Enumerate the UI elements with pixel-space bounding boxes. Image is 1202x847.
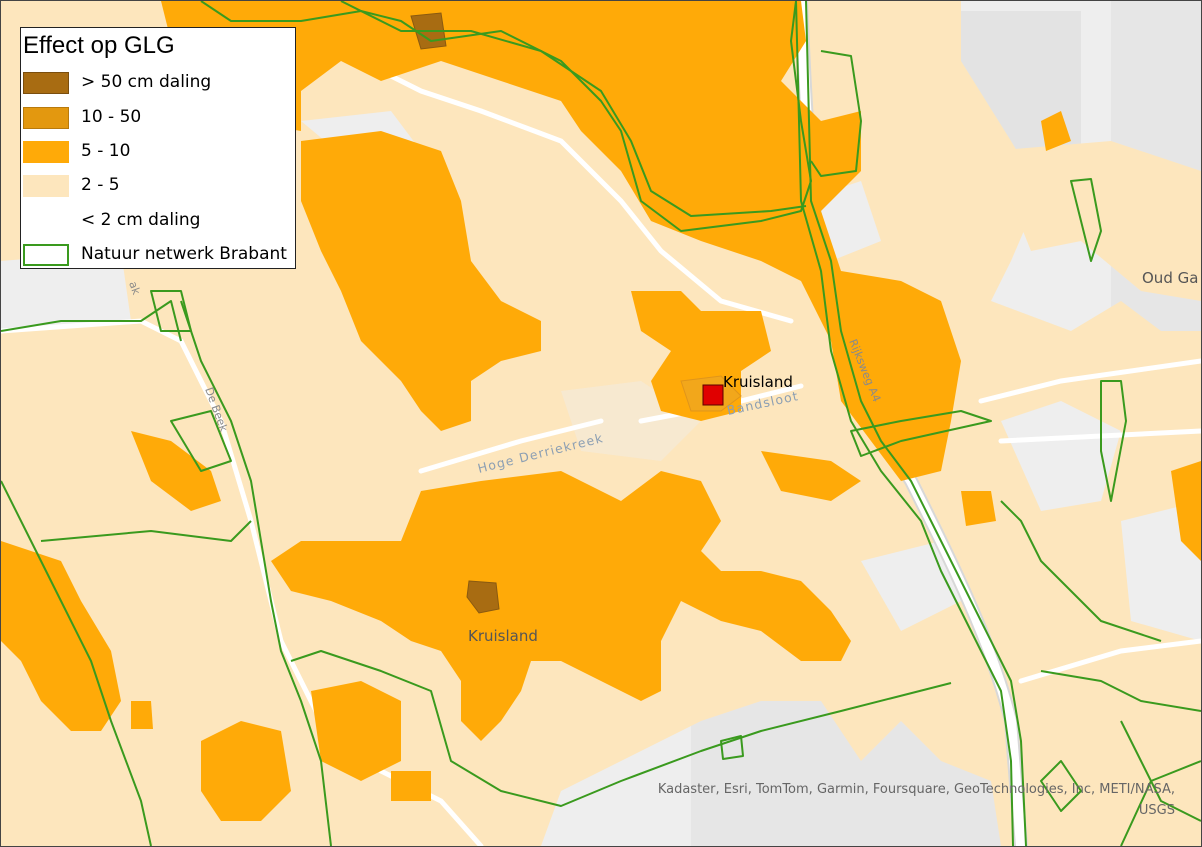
map-frame[interactable]: Hoge Derriekreek Bandsloot Kruisland Oud… — [0, 0, 1202, 847]
legend-swatch-5-10 — [23, 141, 69, 163]
attribution-line-1: Kadaster, Esri, TomTom, Garmin, Foursqua… — [657, 782, 1175, 797]
town-label-kruisland: Kruisland — [723, 373, 793, 391]
legend-swatch-natuur-netwerk — [23, 244, 69, 266]
legend-swatch-2-5 — [23, 175, 69, 197]
legend-label: > 50 cm daling — [81, 72, 212, 92]
legend-swatch-10-50 — [23, 107, 69, 129]
legend-label: 2 - 5 — [81, 175, 120, 195]
legend-label: 10 - 50 — [81, 107, 142, 127]
kruisland-marker[interactable] — [702, 384, 724, 406]
place-label-oud-gastel: Oud Ga — [1142, 269, 1198, 287]
legend: Effect op GLG > 50 cm daling 10 - 50 5 -… — [20, 27, 296, 269]
legend-swatch-gt-50 — [23, 72, 69, 94]
legend-title: Effect op GLG — [23, 32, 175, 59]
legend-label: 5 - 10 — [81, 141, 131, 161]
attribution-line-2: USGS — [1138, 803, 1175, 818]
legend-label: < 2 cm daling — [81, 210, 201, 230]
place-label-kruisland: Kruisland — [468, 627, 538, 645]
legend-label: Natuur netwerk Brabant — [81, 244, 287, 264]
legend-swatch-lt-2 — [23, 210, 69, 232]
map-attribution: Kadaster, Esri, TomTom, Garmin, Foursqua… — [603, 779, 1175, 821]
